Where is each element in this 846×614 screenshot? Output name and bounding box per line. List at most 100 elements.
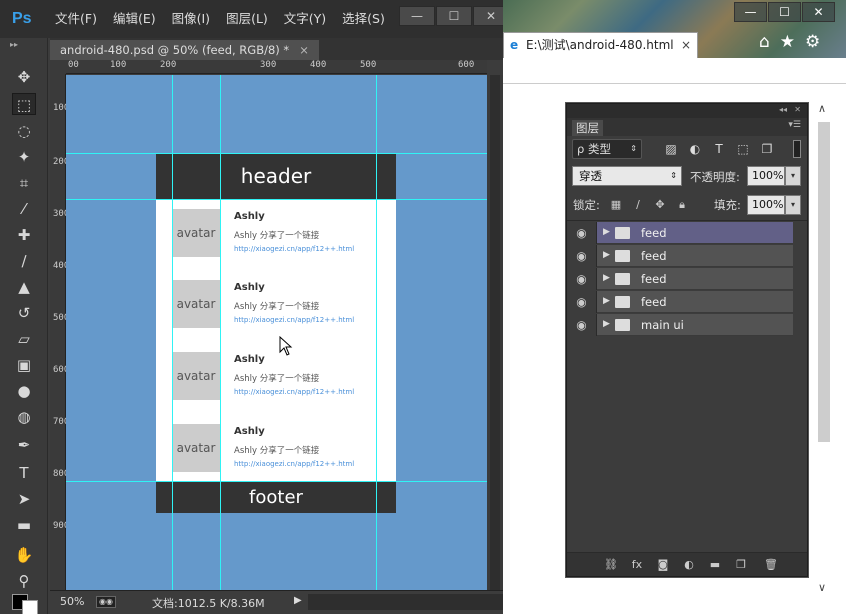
lock-all-icon[interactable]: 🔒︎ (675, 198, 689, 212)
layer-row-feed[interactable]: ◉ ▶ feed (567, 268, 793, 290)
eyedropper-tool-icon[interactable]: ⁄ (12, 198, 36, 220)
expand-triangle-icon[interactable]: ▶ (603, 250, 610, 260)
lock-position-icon[interactable]: ✥ (653, 198, 667, 212)
guide-horizontal[interactable] (66, 481, 487, 482)
lasso-tool-icon[interactable]: ◌ (12, 120, 36, 142)
new-layer-icon[interactable]: ❐ (733, 557, 749, 573)
ruler-label: 300 (260, 60, 277, 70)
lock-transparent-icon[interactable]: ▦ (609, 198, 623, 212)
type-tool-icon[interactable]: T (12, 462, 36, 484)
status-info-icon[interactable]: ◉◉ (96, 596, 116, 608)
menu-image[interactable]: 图像(I) (164, 0, 218, 38)
filter-type-icon[interactable]: T (711, 141, 727, 157)
close-button[interactable]: ✕ (473, 6, 503, 26)
gradient-tool-icon[interactable]: ▣ (12, 354, 36, 376)
collapse-panel-icon[interactable]: ◂◂ (779, 105, 787, 114)
star-icon[interactable]: ★ (780, 32, 795, 52)
expand-triangle-icon[interactable]: ▶ (603, 227, 610, 237)
eraser-tool-icon[interactable]: ▱ (12, 328, 36, 350)
scrollbar-thumb[interactable] (818, 122, 830, 442)
menu-file[interactable]: 文件(F) (47, 0, 105, 38)
menu-layer[interactable]: 图层(L) (218, 0, 276, 38)
blur-tool-icon[interactable]: ● (12, 380, 36, 402)
eye-icon[interactable]: ◉ (567, 268, 597, 290)
document-tab[interactable]: android-480.psd @ 50% (feed, RGB/8) * × (50, 40, 319, 60)
move-tool-icon[interactable]: ✥ (12, 66, 36, 88)
layer-row-feed[interactable]: ◉ ▶ feed (567, 245, 793, 267)
path-selection-tool-icon[interactable]: ➤ (12, 488, 36, 510)
zoom-level[interactable]: 50% (60, 595, 84, 608)
history-brush-tool-icon[interactable]: ↺ (12, 302, 36, 324)
collapse-tools-icon[interactable]: ▸▸ (10, 40, 18, 49)
filter-pixel-icon[interactable]: ▨ (663, 141, 679, 157)
layer-style-icon[interactable]: fx (629, 557, 645, 573)
feed-item: avatar Ashly Ashly 分享了一个链接 http://xiaoge… (172, 209, 392, 257)
hand-tool-icon[interactable]: ✋ (12, 544, 36, 566)
gear-icon[interactable]: ⚙ (805, 32, 820, 52)
opacity-dropdown-icon[interactable]: ▾ (785, 166, 801, 186)
fill-dropdown-icon[interactable]: ▾ (785, 195, 801, 215)
layer-row-feed[interactable]: ◉ ▶ feed (567, 222, 793, 244)
maximize-button[interactable]: ☐ (768, 2, 801, 22)
expand-triangle-icon[interactable]: ▶ (603, 319, 610, 329)
clone-stamp-tool-icon[interactable]: ▲ (12, 276, 36, 298)
expand-triangle-icon[interactable]: ▶ (603, 273, 610, 283)
adjustment-layer-icon[interactable]: ◐ (681, 557, 697, 573)
layer-filter-select[interactable]: ρ 类型 ⇕ (572, 139, 642, 159)
delete-layer-icon[interactable]: 🗑︎ (763, 557, 779, 573)
healing-brush-tool-icon[interactable]: ✚ (12, 224, 36, 246)
maximize-button[interactable]: ☐ (436, 6, 472, 26)
browser-tab[interactable]: e E:\测试\android-480.html × (503, 32, 698, 58)
new-group-icon[interactable]: ▬ (707, 557, 723, 573)
menu-select[interactable]: 选择(S) (334, 0, 393, 38)
minimize-button[interactable]: — (734, 2, 767, 22)
expand-triangle-icon[interactable]: ▶ (603, 296, 610, 306)
dodge-tool-icon[interactable]: ◍ (12, 406, 36, 428)
close-panel-icon[interactable]: ✕ (794, 105, 801, 114)
guide-horizontal[interactable] (66, 153, 487, 154)
page-scrollbar[interactable]: ∧ ∨ (815, 94, 833, 594)
pen-tool-icon[interactable]: ✒ (12, 434, 36, 456)
layer-name: feed (641, 295, 667, 309)
marquee-tool-icon[interactable]: ⬚ (12, 93, 36, 115)
canvas-scrollbar-horizontal[interactable] (308, 594, 503, 610)
document-tab-close-icon[interactable]: × (299, 40, 309, 60)
filter-adjustment-icon[interactable]: ◐ (687, 141, 703, 157)
rectangle-tool-icon[interactable]: ▬ (12, 514, 36, 536)
zoom-tool-icon[interactable]: ⚲ (12, 570, 36, 592)
background-color-swatch[interactable] (22, 600, 38, 614)
browser-tab-close-icon[interactable]: × (681, 33, 691, 57)
lock-pixels-icon[interactable]: ∕ (631, 198, 645, 212)
tab-layers[interactable]: 图层 (572, 120, 603, 136)
filter-toggle[interactable] (793, 140, 801, 158)
filter-shape-icon[interactable]: ⬚ (735, 141, 751, 157)
document-canvas[interactable]: header avatar Ashly Ashly 分享了一个链接 http:/… (66, 75, 487, 590)
add-mask-icon[interactable]: ◙ (655, 557, 671, 573)
brush-tool-icon[interactable]: ∕ (12, 250, 36, 272)
menu-edit[interactable]: 编辑(E) (105, 0, 164, 38)
close-button[interactable]: ✕ (802, 2, 835, 22)
link-layers-icon[interactable]: ⛓ (603, 557, 619, 573)
crop-tool-icon[interactable]: ⌗ (12, 172, 36, 194)
guide-horizontal[interactable] (66, 199, 487, 200)
eye-icon[interactable]: ◉ (567, 314, 597, 336)
menu-type[interactable]: 文字(Y) (276, 0, 334, 38)
eye-icon[interactable]: ◉ (567, 291, 597, 313)
panel-menu-icon[interactable]: ▾☰ (788, 120, 801, 130)
layer-row-main-ui[interactable]: ◉ ▶ main ui (567, 314, 793, 336)
home-icon[interactable]: ⌂ (759, 32, 770, 52)
scroll-up-icon[interactable]: ∧ (818, 102, 826, 115)
scrollbar-thumb[interactable] (490, 75, 500, 590)
scroll-down-icon[interactable]: ∨ (818, 581, 826, 594)
minimize-button[interactable]: — (399, 6, 435, 26)
opacity-input[interactable]: 100% (747, 166, 785, 186)
layer-row-feed[interactable]: ◉ ▶ feed (567, 291, 793, 313)
magic-wand-tool-icon[interactable]: ✦ (12, 146, 36, 168)
canvas-scrollbar-vertical[interactable] (487, 75, 503, 590)
blend-mode-select[interactable]: 穿透 ⇕ (572, 166, 682, 186)
filter-smart-object-icon[interactable]: ❐ (759, 141, 775, 157)
eye-icon[interactable]: ◉ (567, 245, 597, 267)
eye-icon[interactable]: ◉ (567, 222, 597, 244)
status-menu-arrow-icon[interactable]: ▶ (294, 595, 302, 606)
fill-input[interactable]: 100% (747, 195, 785, 215)
